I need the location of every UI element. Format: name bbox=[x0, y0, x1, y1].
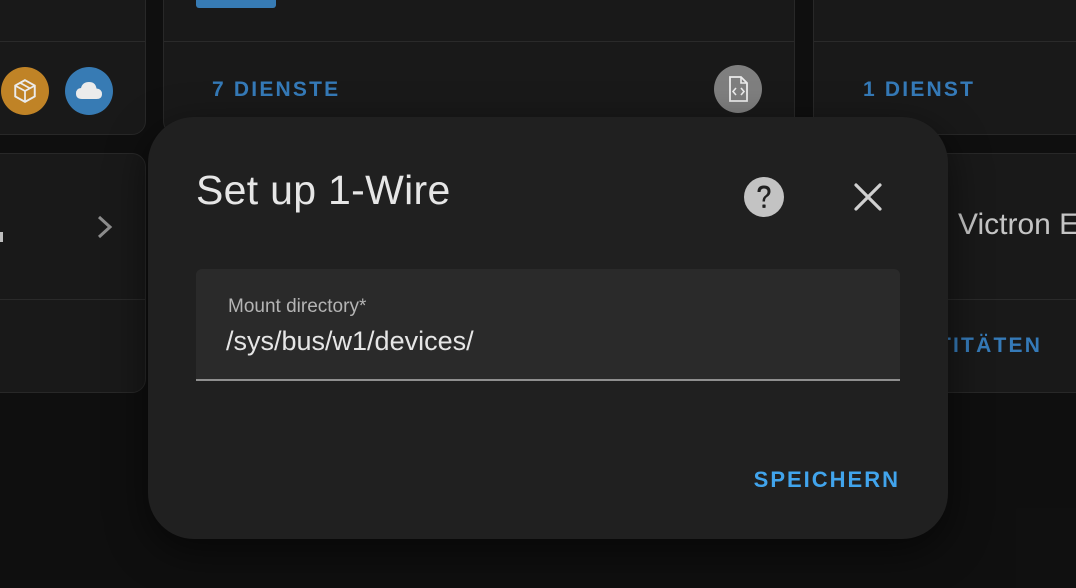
mount-directory-field[interactable]: Mount directory* bbox=[196, 269, 900, 381]
mount-directory-input[interactable] bbox=[226, 321, 876, 361]
dialog-title: Set up 1-Wire bbox=[196, 167, 451, 213]
save-button[interactable]: SPEICHERN bbox=[754, 467, 900, 493]
close-icon[interactable] bbox=[846, 175, 890, 219]
stage: 7 DIENSTE 1 DIENST Victron E TITÄTEN Set… bbox=[0, 0, 1076, 588]
config-flow-dialog: Set up 1-Wire Mount directory* SPEICHERN bbox=[148, 117, 948, 539]
help-circle-icon[interactable] bbox=[742, 175, 786, 219]
mount-directory-label: Mount directory* bbox=[228, 296, 367, 317]
